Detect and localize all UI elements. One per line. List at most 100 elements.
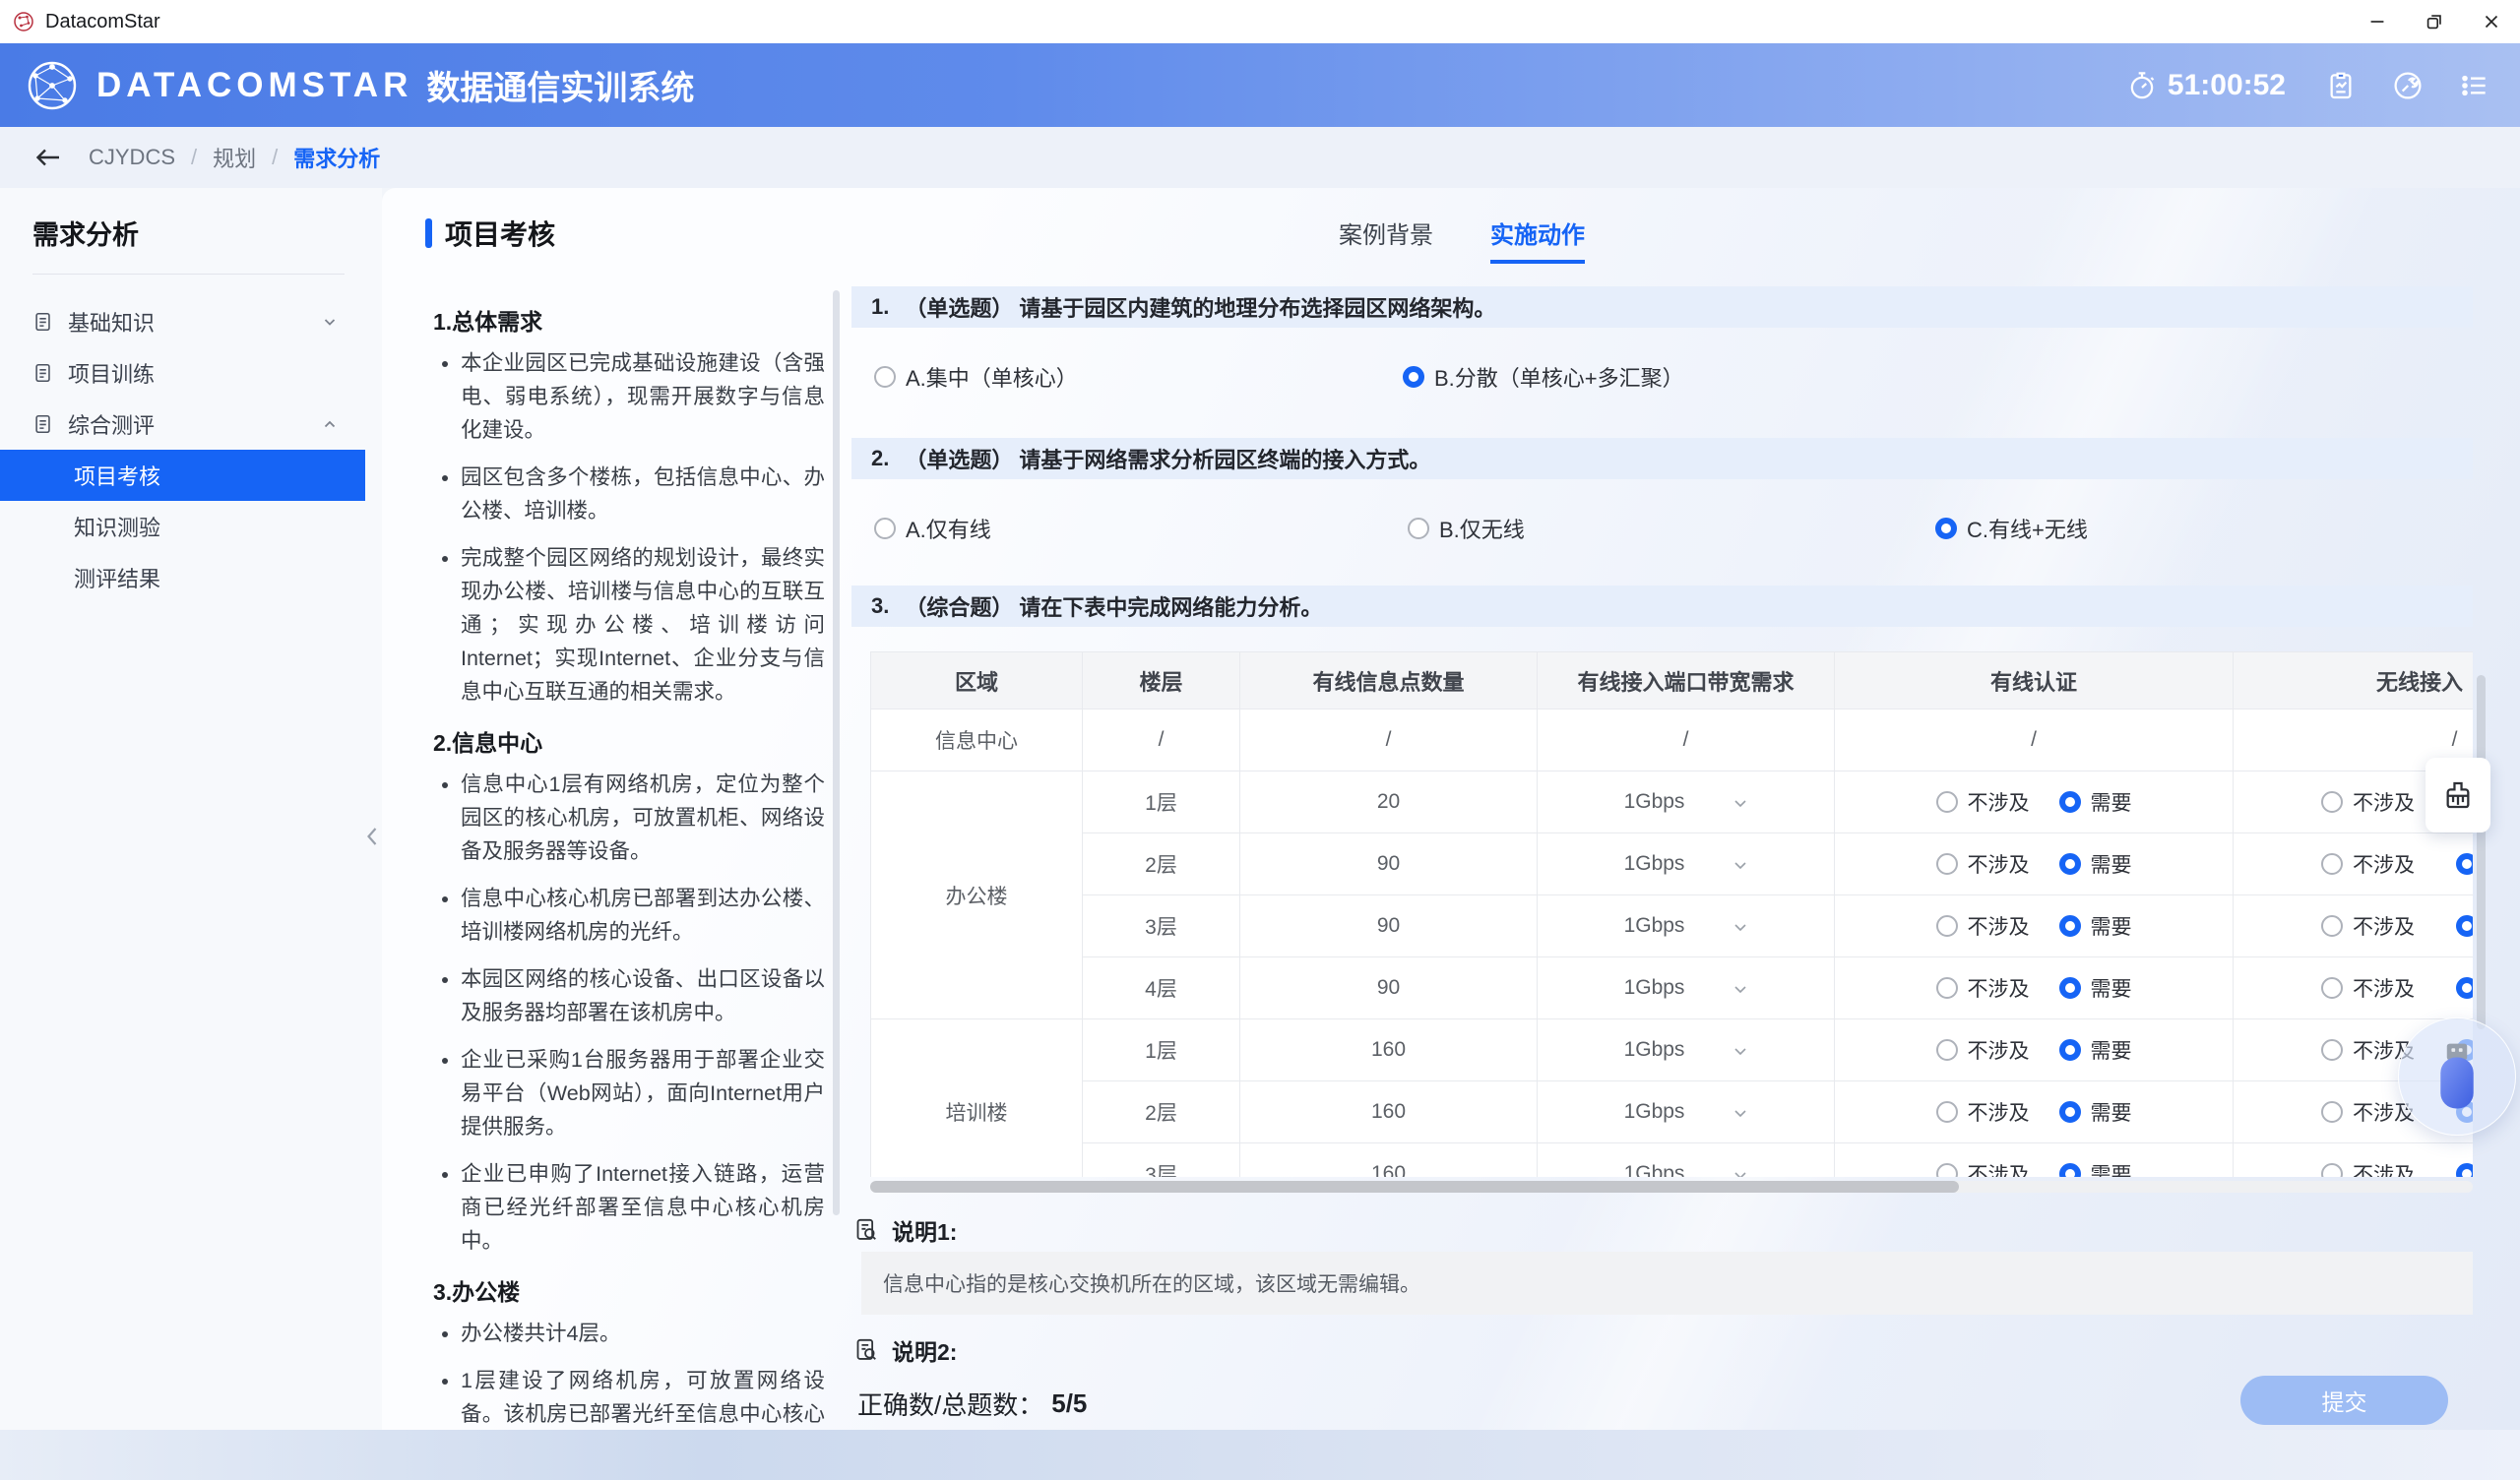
tab-case-background[interactable]: 案例背景: [1339, 216, 1433, 264]
radio-option[interactable]: 不涉及: [1936, 787, 2030, 817]
radio-unselected[interactable]: [1936, 1101, 1958, 1123]
chevron-down-icon: [1733, 1109, 1747, 1118]
radio-option[interactable]: C.有线+无线: [1935, 513, 2088, 544]
radio-option[interactable]: 需要: [2059, 1159, 2132, 1177]
panel-collapse-handle[interactable]: [362, 809, 382, 864]
radio-unselected[interactable]: [874, 366, 896, 388]
radio-option[interactable]: 不涉及: [1936, 973, 2030, 1003]
radio-option[interactable]: 不涉及: [1936, 1097, 2030, 1127]
doc-bullet: 信息中心1层有网络机房，定位为整个园区的核心机房，可放置机柜、网络设备及服务器等…: [461, 769, 825, 869]
radio-unselected[interactable]: [1936, 1039, 1958, 1061]
radio-option[interactable]: 需要: [2059, 1035, 2132, 1065]
col-header-wireless: 无线接入: [2234, 652, 2474, 709]
sidebar-item-basics[interactable]: 基础知识: [0, 296, 365, 347]
radio-unselected[interactable]: [1936, 1163, 1958, 1177]
radio-option[interactable]: 需要: [2059, 1097, 2132, 1127]
radio-selected[interactable]: [2059, 1163, 2081, 1177]
doc-scrollbar[interactable]: [833, 290, 840, 1215]
radio-unselected[interactable]: [2321, 915, 2343, 937]
radio-selected[interactable]: [2456, 853, 2473, 875]
radio-option[interactable]: 不涉及: [1936, 1159, 2030, 1177]
radio-unselected[interactable]: [1408, 518, 1429, 539]
radio-selected[interactable]: [2456, 915, 2473, 937]
bandwidth-dropdown[interactable]: 1Gbps: [1538, 771, 1835, 833]
menu-list-icon[interactable]: [2459, 70, 2490, 101]
radio-unselected[interactable]: [1936, 853, 1958, 875]
radio-option[interactable]: 需要: [2456, 1159, 2473, 1177]
breadcrumb-item[interactable]: CJYDCS: [89, 145, 175, 170]
radio-option[interactable]: 不涉及: [2321, 1097, 2415, 1127]
radio-selected[interactable]: [2059, 1101, 2081, 1123]
radio-option[interactable]: 需要: [2456, 911, 2473, 941]
radio-unselected[interactable]: [2321, 1039, 2343, 1061]
bandwidth-dropdown[interactable]: 1Gbps: [1538, 957, 1835, 1019]
radio-option[interactable]: A.集中（单核心）: [874, 361, 1078, 393]
content-vertical-scrollbar[interactable]: [2477, 675, 2486, 1029]
radio-selected[interactable]: [2456, 1163, 2473, 1177]
radio-unselected[interactable]: [2321, 791, 2343, 813]
radio-selected[interactable]: [2059, 977, 2081, 999]
sidebar-subitem-results[interactable]: 测评结果: [0, 552, 365, 603]
radio-selected[interactable]: [2456, 977, 2473, 999]
radio-option[interactable]: B.分散（单核心+多汇聚）: [1403, 361, 1684, 393]
radio-unselected[interactable]: [1936, 977, 1958, 999]
radio-option[interactable]: 不涉及: [2321, 849, 2415, 879]
radio-option[interactable]: 需要: [2059, 787, 2132, 817]
report-icon[interactable]: [2325, 70, 2357, 101]
radio-unselected[interactable]: [2321, 853, 2343, 875]
radio-option[interactable]: A.仅有线: [874, 513, 991, 544]
radio-selected[interactable]: [1403, 366, 1424, 388]
sidebar-item-assessment[interactable]: 综合测评: [0, 399, 365, 450]
sidebar-item-training[interactable]: 项目训练: [0, 347, 365, 399]
sidebar-subitem-knowledge-quiz[interactable]: 知识测验: [0, 501, 365, 552]
radio-unselected[interactable]: [1936, 915, 1958, 937]
back-arrow-icon[interactable]: [33, 145, 63, 170]
radio-selected[interactable]: [2059, 1039, 2081, 1061]
radio-unselected[interactable]: [2321, 1163, 2343, 1177]
cell-region: 培训楼: [871, 1019, 1083, 1178]
bandwidth-dropdown[interactable]: 1Gbps: [1538, 1081, 1835, 1143]
radio-option[interactable]: 不涉及: [2321, 973, 2415, 1003]
usb-device-button[interactable]: [2398, 1018, 2516, 1136]
breadcrumb-item[interactable]: 规划: [213, 142, 256, 173]
radio-option[interactable]: 需要: [2059, 849, 2132, 879]
close-button[interactable]: [2463, 0, 2520, 43]
bandwidth-dropdown[interactable]: 1Gbps: [1538, 833, 1835, 895]
restore-button[interactable]: [2406, 0, 2463, 43]
tools-wrench-icon[interactable]: [2392, 70, 2424, 101]
radio-unselected[interactable]: [2321, 977, 2343, 999]
title-accent-bar: [425, 218, 432, 248]
clear-brush-button[interactable]: [2426, 758, 2490, 832]
radio-option[interactable]: 不涉及: [2321, 911, 2415, 941]
doc-bullet: 完成整个园区网络的规划设计，最终实现办公楼、培训楼与信息中心的互联互通；实现办公…: [461, 542, 825, 709]
bandwidth-dropdown[interactable]: 1Gbps: [1538, 1143, 1835, 1178]
table-row: 2层 90 1Gbps 不涉及需要 不涉及需要: [871, 833, 2474, 895]
scrollbar-thumb[interactable]: [870, 1181, 1959, 1193]
radio-selected[interactable]: [2059, 915, 2081, 937]
radio-option[interactable]: 不涉及: [2321, 1159, 2415, 1177]
radio-option[interactable]: 需要: [2456, 973, 2473, 1003]
minimize-button[interactable]: [2349, 0, 2406, 43]
radio-option[interactable]: 需要: [2059, 911, 2132, 941]
radio-option[interactable]: 不涉及: [1936, 1035, 2030, 1065]
radio-option[interactable]: 不涉及: [2321, 787, 2415, 817]
tab-implementation[interactable]: 实施动作: [1490, 216, 1585, 264]
radio-selected[interactable]: [1935, 518, 1957, 539]
bandwidth-dropdown[interactable]: 1Gbps: [1538, 1019, 1835, 1081]
radio-option[interactable]: 需要: [2456, 849, 2473, 879]
submit-button[interactable]: 提交: [2240, 1376, 2448, 1425]
radio-option[interactable]: 需要: [2059, 973, 2132, 1003]
radio-unselected[interactable]: [874, 518, 896, 539]
radio-unselected[interactable]: [2321, 1101, 2343, 1123]
radio-option[interactable]: 不涉及: [1936, 911, 2030, 941]
radio-unselected[interactable]: [1936, 791, 1958, 813]
radio-option[interactable]: 不涉及: [1936, 849, 2030, 879]
table-horizontal-scrollbar[interactable]: [870, 1181, 2473, 1193]
bandwidth-dropdown[interactable]: 1Gbps: [1538, 895, 1835, 957]
radio-option[interactable]: B.仅无线: [1408, 513, 1525, 544]
sidebar-subitem-project-exam[interactable]: 项目考核: [0, 450, 365, 501]
broom-icon: [2441, 777, 2475, 813]
radio-selected[interactable]: [2059, 853, 2081, 875]
radio-selected[interactable]: [2059, 791, 2081, 813]
table-header-row: 区域 楼层 有线信息点数量 有线接入端口带宽需求 有线认证 无线接入: [871, 652, 2474, 709]
